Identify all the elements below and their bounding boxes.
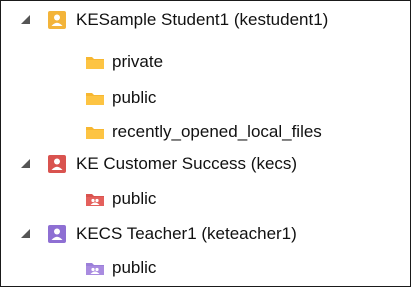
collapse-triangle-icon[interactable]	[21, 159, 30, 168]
collapse-triangle-icon[interactable]	[21, 229, 30, 238]
user-icon	[48, 11, 66, 29]
file-tree-panel: KESample Student1 (kestudent1) private p…	[0, 0, 411, 287]
folder-icon	[85, 54, 105, 70]
tree-node-folder-public[interactable]: public	[1, 81, 410, 115]
shared-folder-icon	[85, 191, 105, 207]
tree-node-user-kecs[interactable]: KE Customer Success (kecs)	[1, 147, 410, 181]
folder-label: public	[112, 258, 157, 277]
tree-node-folder-public[interactable]: public	[1, 251, 410, 285]
folder-icon	[85, 124, 105, 140]
collapse-triangle-icon[interactable]	[21, 15, 30, 24]
user-label: KE Customer Success (kecs)	[76, 154, 298, 173]
tree-node-folder-private[interactable]: private	[1, 45, 410, 79]
tree-node-user-keteacher1[interactable]: KECS Teacher1 (keteacher1)	[1, 217, 410, 251]
folder-label: recently_opened_local_files	[112, 122, 322, 141]
folder-icon	[85, 90, 105, 106]
user-icon	[48, 155, 66, 173]
tree-node-folder-recently-opened-local-files[interactable]: recently_opened_local_files	[1, 115, 410, 149]
tree-node-folder-public[interactable]: public	[1, 182, 410, 216]
folder-label: public	[112, 88, 157, 107]
folder-label: public	[112, 189, 157, 208]
tree-node-user-kestudent1[interactable]: KESample Student1 (kestudent1)	[1, 3, 410, 37]
folder-label: private	[112, 52, 164, 71]
user-icon	[48, 225, 66, 243]
shared-folder-icon	[85, 260, 105, 276]
user-label: KESample Student1 (kestudent1)	[76, 10, 329, 29]
user-label: KECS Teacher1 (keteacher1)	[76, 224, 297, 243]
